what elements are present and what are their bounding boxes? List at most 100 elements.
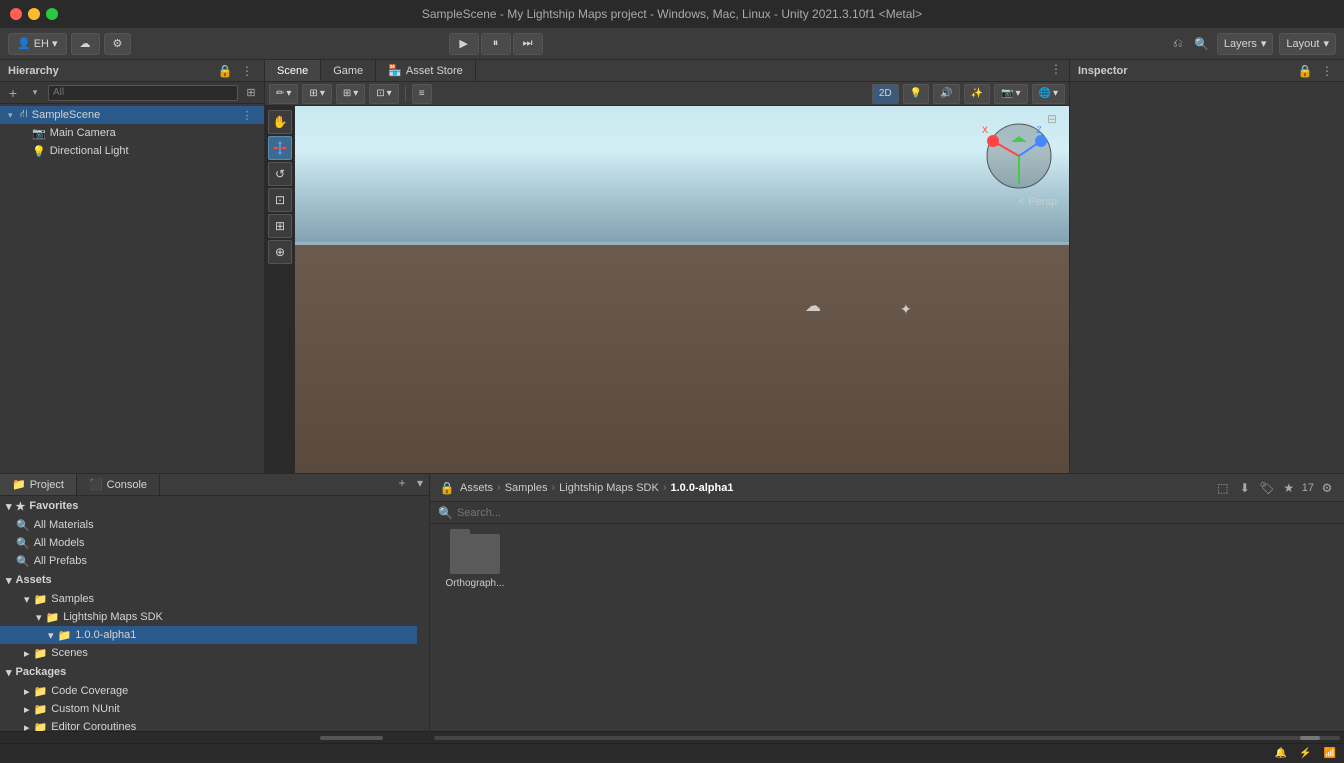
visibility-icon: ≡ [419,88,425,99]
hierarchy-filter-button[interactable]: ⊞ [242,84,260,102]
directional-light-item[interactable]: 💡 Directional Light [0,142,264,160]
add-object-dropdown[interactable]: ▾ [26,84,44,102]
grid-button[interactable]: ⊞ ▾ [336,84,365,104]
chevron-down-icon: ▾ [52,37,58,50]
audio-button[interactable]: 🔊 [933,84,959,104]
packages-section-header[interactable]: ▾ Packages [0,662,417,682]
hand-tool-button[interactable]: ✋ [268,110,292,134]
rotate-tool-button[interactable]: ↺ [268,162,292,186]
game-tab-label: Game [333,65,363,77]
scenes-folder[interactable]: ▸ 📁 Scenes [0,644,417,662]
inspector-title: Inspector [1078,65,1128,77]
undo-history-button[interactable]: ⎌ [1169,35,1187,53]
tab-scene[interactable]: Scene [265,60,321,81]
move-tool-button[interactable] [268,136,292,160]
camera-icon: 📷 [1001,88,1013,99]
play-button[interactable]: ▶ [449,33,479,55]
add-object-button[interactable]: + [4,84,22,102]
breadcrumb-assets[interactable]: Assets [460,482,493,494]
fav-all-models[interactable]: 🔍 All Models [0,534,417,552]
snap-button[interactable]: ⊞ ▾ [302,84,331,104]
middle-area: Hierarchy 🔒 ⋮ + ▾ ⊞ ▾ ⛙ SampleScene ⋮ 📷 … [0,60,1344,473]
transform-tool-button[interactable]: ⊕ [268,240,292,264]
folder-icon: 📁 [34,721,48,732]
asset-reveal-button[interactable]: ⬚ [1214,479,1232,497]
asset-settings-button[interactable]: ⚙ [1318,479,1336,497]
minimize-button[interactable] [28,8,40,20]
inspector-lock-button[interactable]: 🔒 [1296,62,1314,80]
cloud-button[interactable]: ☁ [71,33,100,55]
favorites-section-header[interactable]: ▾ ★ Favorites [0,496,417,516]
favorites-label: Favorites [29,500,78,512]
asset-filter-button[interactable]: 🏷 [1258,479,1276,497]
draw-mode-button[interactable]: ✏ ▾ [269,84,298,104]
2d-button[interactable]: 2D [872,84,899,104]
code-coverage-folder[interactable]: ▸ 📁 Code Coverage [0,682,417,700]
tab-game[interactable]: Game [321,60,376,81]
breadcrumb-samples[interactable]: Samples [505,482,548,494]
editor-coroutines-folder[interactable]: ▸ 📁 Editor Coroutines [0,718,417,731]
alpha1-folder[interactable]: ▾ 📁 1.0.0-alpha1 [0,626,417,644]
tab-console[interactable]: ⬛ Console [77,474,160,495]
scene-minimize-button[interactable]: ⊟ [1043,110,1061,128]
maximize-button[interactable] [46,8,58,20]
audio-icon: 🔊 [940,88,952,99]
play-icon: ▶ [459,37,467,50]
asset-search-input[interactable] [457,507,1336,519]
project-add-dropdown[interactable]: ▾ [411,474,429,492]
pause-button[interactable]: ⏸ [481,33,511,55]
lock-asset-button[interactable]: 🔒 [438,479,456,497]
asset-favorites-button[interactable]: ★ [1280,479,1298,497]
toolbar-separator [405,86,406,102]
global-toggle[interactable]: ⊡ ▾ [369,84,398,104]
project-add-button[interactable]: + [393,474,411,492]
bottom-tabs: 📁 Project ⬛ Console + ▾ [0,474,429,496]
scene-view[interactable]: ✋ ↺ ⊡ ⊞ ⊕ [265,106,1069,473]
lightship-sdk-folder[interactable]: ▾ 📁 Lightship Maps SDK [0,608,417,626]
inspector-menu-button[interactable]: ⋮ [1318,62,1336,80]
fav-all-prefabs[interactable]: 🔍 All Prefabs [0,552,417,570]
close-button[interactable] [10,8,22,20]
scene-root-item[interactable]: ▾ ⛙ SampleScene ⋮ [0,106,264,124]
project-scrollbar[interactable] [0,731,429,743]
scene-options-button[interactable]: ⋮ [238,106,256,124]
fav-all-materials[interactable]: 🔍 All Materials [0,516,417,534]
asset-store-tab-label: Asset Store [406,65,463,77]
inspector-actions: 🔒 ⋮ [1296,62,1336,80]
visibility-button[interactable]: ≡ [412,84,432,104]
asset-import-button[interactable]: ⬇ [1236,479,1254,497]
hierarchy-search-input[interactable] [48,85,238,101]
main-camera-item[interactable]: 📷 Main Camera [0,124,264,142]
grid-icon: ⊞ [343,88,351,99]
settings-button[interactable]: ⚙ [104,33,132,55]
search-icon: 🔍 [16,519,30,532]
account-button[interactable]: 👤 EH ▾ [8,33,67,55]
asset-content: Orthograph... [430,524,1344,731]
assets-section-header[interactable]: ▾ Assets [0,570,417,590]
layers-dropdown[interactable]: Layers ▾ [1217,33,1274,55]
bottom-left-panel: 📁 Project ⬛ Console + ▾ ▾ ★ Favorites 🔍 [0,474,430,743]
tab-asset-store[interactable]: 🏪 Asset Store [376,60,476,81]
scale-tool-button[interactable]: ⊡ [268,188,292,212]
hierarchy-actions: 🔒 ⋮ [216,62,256,80]
hierarchy-lock-button[interactable]: 🔒 [216,62,234,80]
fx-button[interactable]: ✨ [964,84,990,104]
step-button[interactable]: ⏭ [513,33,543,55]
scene-tabs-menu-button[interactable]: ⋮ [1047,60,1065,78]
skybox-button[interactable]: 🌐 ▾ [1032,84,1065,104]
custom-nunit-folder[interactable]: ▸ 📁 Custom NUnit [0,700,417,718]
tab-project[interactable]: 📁 Project [0,474,77,495]
hierarchy-menu-button[interactable]: ⋮ [238,62,256,80]
search-button[interactable]: 🔍 [1193,35,1211,53]
rect-tool-button[interactable]: ⊞ [268,214,292,238]
lighting-button[interactable]: 💡 [903,84,929,104]
orthograph-folder[interactable]: Orthograph... [440,534,510,589]
camera-mode-button[interactable]: 📷 ▾ [994,84,1027,104]
breadcrumb-lightship[interactable]: Lightship Maps SDK [559,482,659,494]
scene-gizmo[interactable]: Z X [979,116,1059,196]
layout-dropdown[interactable]: Layout ▾ [1279,33,1336,55]
samples-folder[interactable]: ▾ 📁 Samples [0,590,417,608]
asset-scrollbar[interactable] [430,731,1344,743]
lighting-icon: 💡 [910,88,922,99]
breadcrumb-sep-2: › [551,482,555,494]
